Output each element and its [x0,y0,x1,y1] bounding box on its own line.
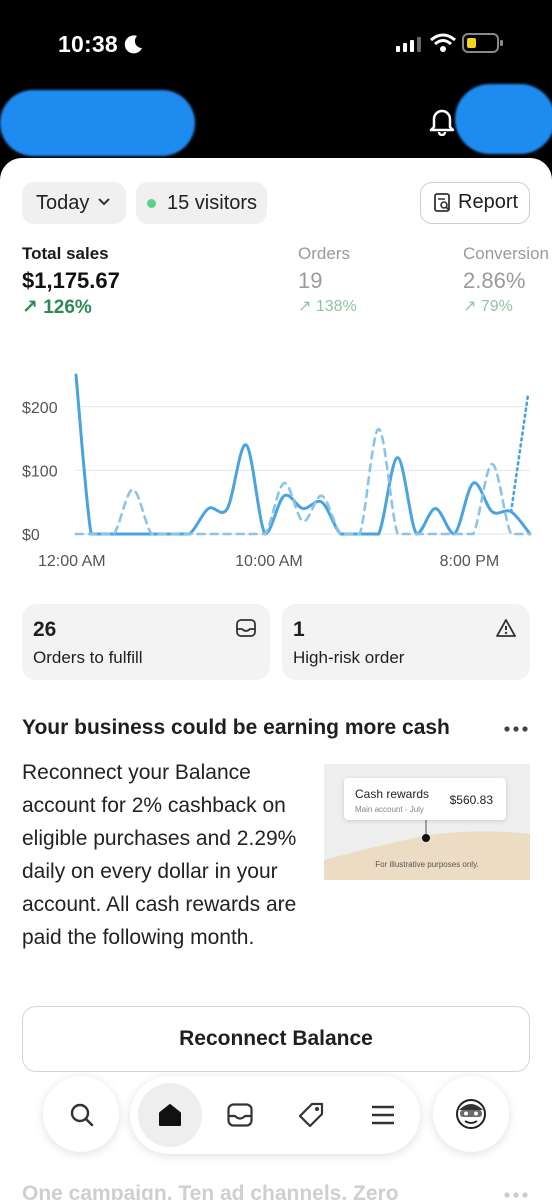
tile-value: 1 [293,618,305,641]
arrow-up-right-icon: ↗ [22,297,38,318]
reconnect-balance-button[interactable]: Reconnect Balance [22,1006,530,1072]
dashboard-card: Today 15 visitors Report Total sales $1,… [0,158,552,1200]
metric-change: ↗ 79% [463,298,513,315]
chevron-down-icon [98,198,110,206]
redacted-name [0,90,195,156]
cash-rewards-amount: $560.83 [449,793,493,807]
y-tick-label: $0 [22,527,40,544]
moon-icon [124,35,142,54]
arrow-up-right-icon: ↗ [298,298,312,315]
report-button[interactable]: Report [420,182,530,224]
series-line-solid [74,373,532,536]
y-tick-label: $200 [22,400,58,417]
inbox-icon[interactable] [227,1103,253,1127]
visitors-pill[interactable]: 15 visitors [136,182,267,224]
more-options-icon[interactable] [504,726,528,732]
period-label: Today [36,192,90,214]
battery-icon [462,33,503,53]
home-icon [159,1104,181,1126]
high-risk-order-tile[interactable]: 1 High-risk order [282,604,530,680]
sales-chart[interactable]: $0 $100 $200 12:00 AM 10:00 AM 8:00 PM [0,358,552,588]
tag-icon[interactable] [298,1102,324,1128]
profile-button[interactable] [433,1076,509,1152]
inbox-icon [236,619,256,637]
report-icon [434,193,450,212]
menu-icon[interactable] [371,1105,395,1125]
status-time: 10:38 [58,31,118,57]
next-card-title: One campaign. Ten ad channels. Zero [22,1182,399,1200]
warning-icon [496,619,516,637]
tile-value: 26 [33,618,57,641]
status-bar: 10:38 [0,0,552,90]
x-tick-label: 12:00 AM [38,553,106,570]
x-tick-label: 8:00 PM [440,553,500,570]
cash-rewards-card: Cash rewards Main account - July $560.83 [344,778,506,820]
metric-label: Total sales [22,244,109,263]
report-label: Report [458,191,519,213]
metric-label: Conversion [463,244,549,263]
metric-value: 19 [298,268,323,293]
arrow-up-right-icon: ↗ [463,298,477,315]
metric-total-sales[interactable]: Total sales $1,175.67 ↗ 126% [22,244,120,319]
cash-rewards-subtitle: Main account - July [355,805,424,814]
metric-value: 2.86% [463,268,526,293]
redacted-avatar [455,84,552,154]
metric-change: ↗ 138% [298,298,357,315]
y-tick-label: $100 [22,463,58,480]
search-icon [70,1103,94,1127]
promo-image: Cash rewards Main account - July $560.83… [324,764,530,880]
metric-change: ↗ 126% [22,297,92,318]
more-options-icon[interactable] [504,1192,528,1198]
wifi-icon [430,33,456,52]
metric-orders[interactable]: Orders 19 ↗ 138% [298,244,357,316]
bell-icon[interactable] [428,106,456,136]
bottom-nav [130,1076,420,1154]
metric-conversion[interactable]: Conversion 2.86% ↗ 79% [463,244,549,316]
cellular-signal-icon [396,37,421,52]
tile-label: Orders to fulfill [33,648,143,667]
search-button[interactable] [43,1076,119,1152]
metric-value: $1,175.67 [22,268,120,293]
promo-disclaimer: For illustrative purposes only. [375,860,479,869]
tile-label: High-risk order [293,648,405,667]
visitors-label: 15 visitors [167,192,258,214]
live-dot [147,199,156,208]
promo-body: Reconnect your Balance account for 2% ca… [22,761,297,949]
orders-to-fulfill-tile[interactable]: 26 Orders to fulfill [22,604,270,680]
metric-label: Orders [298,244,350,263]
cash-rewards-title: Cash rewards [355,787,430,801]
avatar [456,1099,486,1129]
promo-title: Your business could be earning more cash [22,716,450,739]
x-tick-label: 10:00 AM [235,553,303,570]
nav-home[interactable] [138,1083,202,1147]
series-line-dotted [509,392,530,514]
period-select[interactable]: Today [22,182,126,224]
